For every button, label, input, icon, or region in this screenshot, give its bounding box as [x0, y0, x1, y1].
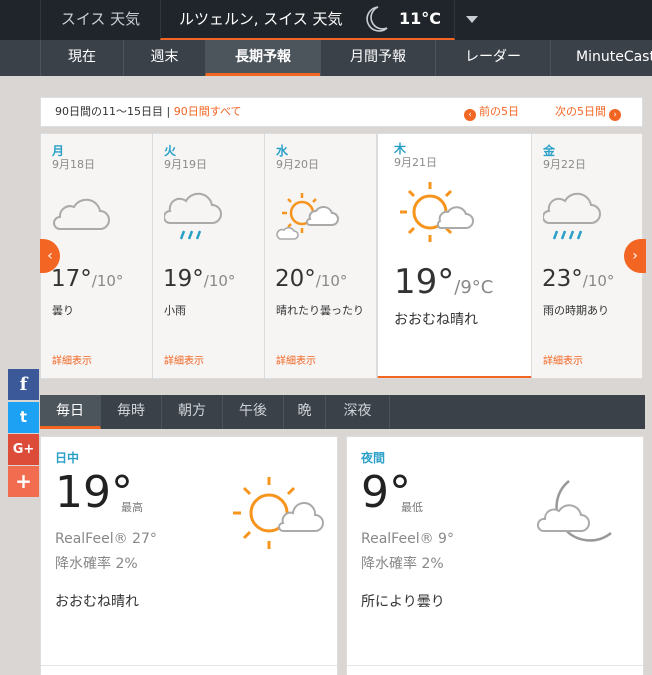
day-date: 9月19日	[164, 158, 207, 171]
tab-morning[interactable]: 朝方	[162, 395, 223, 429]
all-days-link[interactable]: 90日間すべて	[174, 105, 242, 118]
panel-hilo: 最高	[121, 501, 143, 514]
day-card[interactable]: 水 9月20日 20°/10° 晴れたり曇ったり 詳細表示	[265, 134, 377, 378]
day-condition: おおむね晴れ	[394, 312, 478, 328]
range-separator: |	[166, 105, 171, 118]
day-condition: 晴れたり曇ったり	[276, 304, 364, 317]
more-share-button[interactable]: +	[8, 466, 39, 497]
high-temp: 19°/9°C	[394, 262, 494, 302]
range-label: 90日間の11～15日目	[55, 105, 163, 118]
panel-label: 夜間	[361, 451, 386, 465]
tab-minutecast[interactable]: MinuteCast	[550, 40, 652, 76]
details-link[interactable]: 詳細表示	[52, 352, 92, 367]
precip-chance: 降水確率 2%	[361, 556, 444, 572]
details-link[interactable]: 詳細表示	[276, 352, 316, 367]
google-plus-share-button[interactable]: G+	[8, 434, 39, 465]
low-temp: /9°C	[454, 277, 494, 298]
day-condition: 雨の時期あり	[543, 304, 609, 317]
next-5-days-link[interactable]: 次の5日間 ›	[555, 98, 624, 126]
tab-radar[interactable]: レーダー	[435, 40, 550, 76]
partly-cloudy-night-icon	[536, 473, 627, 557]
twitter-share-button[interactable]: t	[8, 402, 39, 433]
day-card-selected[interactable]: 木 9月21日 19°/9°C おおむね晴れ	[377, 134, 532, 378]
chevron-left-icon: ‹	[464, 109, 476, 121]
tab-daily[interactable]: 毎日	[40, 395, 101, 429]
day-date: 9月21日	[394, 156, 437, 169]
panel-divider	[347, 665, 643, 666]
twitter-icon: t	[19, 408, 28, 426]
current-city-label: ルツェルン, スイス 天気	[179, 10, 343, 28]
low-temp: /10°	[203, 272, 236, 290]
low-temp: /10°	[91, 272, 124, 290]
tab-extended[interactable]: 長期予報	[205, 40, 320, 76]
day-condition: 小雨	[164, 304, 186, 317]
light-rain-icon	[163, 189, 224, 249]
panel-condition: 所により曇り	[361, 594, 445, 610]
range-text: 90日間の11～15日目 | 90日間すべて	[55, 98, 242, 126]
moon-icon	[363, 4, 389, 38]
low-temp: /10°	[582, 272, 615, 290]
chevron-down-icon[interactable]	[456, 0, 488, 40]
mostly-sunny-icon	[390, 176, 480, 256]
facebook-icon: f	[19, 374, 28, 395]
panel-divider	[41, 665, 337, 666]
realfeel: RealFeel® 9°	[361, 531, 454, 547]
daytime-panel: 日中 19° 最高 RealFeel® 27° 降水確率 2% おおむね晴れ	[40, 436, 338, 675]
top-bar: スイス 天気 ルツェルン, スイス 天気 11°C	[0, 0, 652, 40]
showers-icon	[542, 189, 603, 249]
high-temp: 19°/10°	[163, 266, 236, 292]
country-weather-tab[interactable]: スイス 天気	[40, 0, 160, 40]
chevron-right-icon: ›	[609, 109, 621, 121]
range-bar: 90日間の11～15日目 | 90日間すべて ‹ 前の5日 次の5日間 ›	[40, 97, 643, 127]
details-link[interactable]: 詳細表示	[164, 352, 204, 367]
period-tabs: 毎日 毎時 朝方 午後 晩 深夜	[40, 395, 645, 429]
high-temp: 20°/10°	[275, 266, 348, 292]
panel-label: 日中	[55, 451, 80, 465]
current-temp: 11°C	[399, 9, 442, 28]
mostly-sunny-icon	[231, 473, 327, 557]
tab-current[interactable]: 現在	[40, 40, 123, 76]
panel-hilo: 最低	[401, 501, 423, 514]
plus-icon: +	[15, 469, 32, 493]
cloudy-icon	[52, 189, 112, 243]
panel-condition: おおむね晴れ	[55, 594, 139, 610]
high-temp: 17°/10°	[51, 266, 124, 292]
prev-5-days-link[interactable]: ‹ 前の5日	[461, 98, 519, 126]
realfeel: RealFeel® 27°	[55, 531, 157, 547]
precip-chance: 降水確率 2%	[55, 556, 138, 572]
low-temp: /10°	[315, 272, 348, 290]
day-date: 9月18日	[52, 158, 95, 171]
partly-sunny-icon	[276, 189, 342, 253]
day-date: 9月22日	[543, 158, 586, 171]
current-location-tab[interactable]: ルツェルン, スイス 天気 11°C	[160, 0, 455, 40]
tab-monthly[interactable]: 月間予報	[320, 40, 435, 76]
prev-label: 前の5日	[479, 105, 519, 118]
details-link[interactable]: 詳細表示	[543, 352, 583, 367]
tab-weekend[interactable]: 週末	[123, 40, 205, 76]
tab-evening[interactable]: 晩	[284, 395, 326, 429]
forecast-nav: 現在 週末 長期予報 月間予報 レーダー MinuteCast	[0, 40, 652, 76]
next-label: 次の5日間	[555, 105, 606, 118]
day-cards: 月 9月18日 17°/10° 曇り 詳細表示 火 9月19日 19°/10° …	[40, 133, 643, 379]
high-temp: 23°/10°	[542, 266, 615, 292]
facebook-share-button[interactable]: f	[8, 369, 39, 400]
tab-hourly[interactable]: 毎時	[101, 395, 162, 429]
tab-overnight[interactable]: 深夜	[326, 395, 390, 429]
day-card[interactable]: 火 9月19日 19°/10° 小雨 詳細表示	[153, 134, 265, 378]
tab-afternoon[interactable]: 午後	[223, 395, 284, 429]
day-date: 9月20日	[276, 158, 319, 171]
nighttime-panel: 夜間 9° 最低 RealFeel® 9° 降水確率 2% 所により曇り	[346, 436, 644, 675]
google-plus-icon: G+	[12, 442, 35, 457]
day-condition: 曇り	[52, 304, 74, 317]
